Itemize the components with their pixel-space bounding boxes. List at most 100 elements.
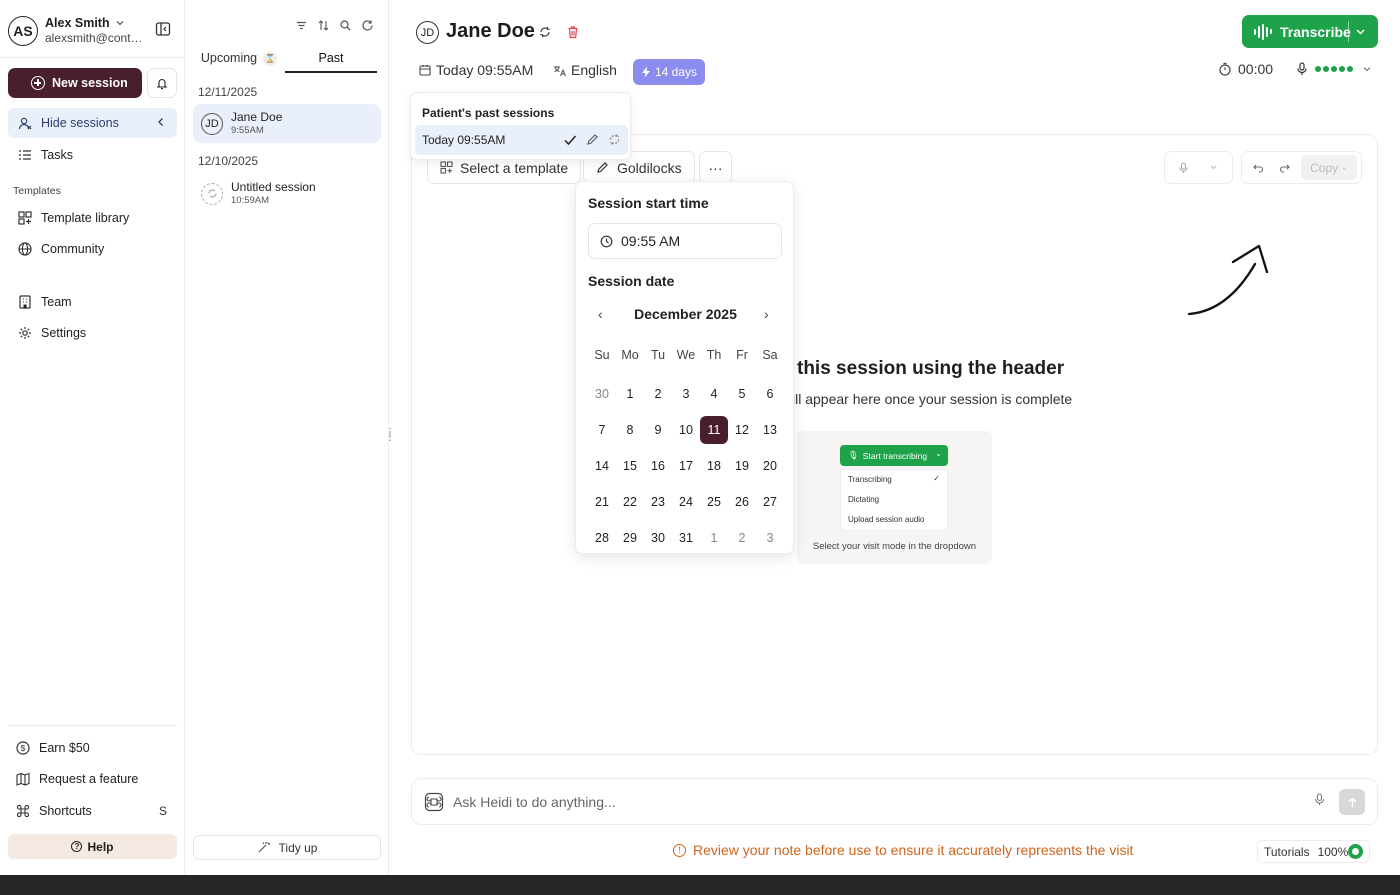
calendar-day[interactable]: 18: [700, 452, 728, 480]
tab-upcoming[interactable]: Upcoming ⌛: [193, 46, 285, 73]
calendar-day[interactable]: 27: [756, 488, 784, 516]
undo-icon[interactable]: [1253, 162, 1264, 173]
calendar-day[interactable]: 20: [756, 452, 784, 480]
unlinked-patient-icon: [201, 182, 223, 205]
patient-name[interactable]: Jane Doe: [446, 20, 535, 43]
calendar-day[interactable]: 30: [588, 380, 616, 408]
sidebar-item-community[interactable]: Community: [8, 234, 177, 264]
calendar-day[interactable]: 23: [644, 488, 672, 516]
calendar-week: 7 8 9 10 11 12 13: [588, 412, 784, 448]
calendar-day[interactable]: 1: [616, 380, 644, 408]
weekday-label: Fr: [736, 348, 748, 362]
session-name: Untitled session: [231, 179, 316, 194]
sidebar-item-tasks[interactable]: Tasks: [8, 140, 177, 170]
sidebar-item-settings[interactable]: Settings: [8, 318, 177, 348]
microphone-icon[interactable]: [1314, 793, 1325, 806]
start-time-input[interactable]: 09:55 AM: [588, 223, 782, 259]
resize-handle[interactable]: ⋮ ⋮: [385, 428, 395, 444]
calendar-day[interactable]: 17: [672, 452, 700, 480]
lightning-icon: [641, 66, 650, 78]
sidebar-item-team[interactable]: Team: [8, 287, 177, 317]
microphone-icon[interactable]: [1178, 161, 1189, 174]
session-item[interactable]: Untitled session 10:59AM: [193, 174, 381, 213]
trash-icon[interactable]: [566, 25, 580, 39]
calendar-day[interactable]: 25: [700, 488, 728, 516]
calendar-day[interactable]: 2: [644, 380, 672, 408]
ask-heidi-bar[interactable]: Ask Heidi to do anything...: [411, 778, 1378, 825]
tidy-up-button[interactable]: Tidy up: [193, 835, 381, 860]
collapse-sidebar-icon[interactable]: [155, 21, 173, 39]
sort-icon[interactable]: [317, 19, 330, 32]
calendar-day[interactable]: 12: [728, 416, 756, 444]
notifications-button[interactable]: [147, 68, 177, 98]
days-badge[interactable]: 14 days: [633, 59, 705, 85]
tutorials-button[interactable]: Tutorials 100%: [1257, 840, 1370, 863]
calendar-day[interactable]: 19: [728, 452, 756, 480]
new-session-button[interactable]: New session: [8, 68, 142, 98]
microphone-selector[interactable]: [1296, 62, 1372, 76]
sidebar-item-shortcuts[interactable]: Shortcuts S: [8, 796, 177, 826]
calendar-day[interactable]: 7: [588, 416, 616, 444]
sidebar-item-label: Earn $50: [39, 741, 90, 755]
pencil-icon[interactable]: [586, 133, 599, 146]
copy-button[interactable]: Copy ⌄: [1301, 155, 1357, 180]
more-options-button[interactable]: ···: [699, 151, 732, 184]
calendar-day[interactable]: 31: [672, 524, 700, 552]
chevron-right-icon[interactable]: ›: [764, 306, 769, 322]
hourglass-icon: ⌛: [263, 51, 278, 66]
past-sessions-popover: Patient's past sessions Today 09:55AM: [410, 92, 631, 160]
calendar-day[interactable]: 1: [700, 524, 728, 552]
redo-icon[interactable]: [1279, 162, 1290, 173]
tab-past[interactable]: Past: [285, 46, 377, 73]
calendar-day[interactable]: 9: [644, 416, 672, 444]
user-menu[interactable]: AS Alex Smith alexsmith@conte...: [8, 14, 178, 48]
sidebar-item-hide-sessions[interactable]: Hide sessions: [8, 108, 177, 138]
chevron-down-icon[interactable]: [1355, 26, 1366, 37]
template-library-icon: [17, 210, 33, 226]
calendar-day[interactable]: 16: [644, 452, 672, 480]
session-date-selector[interactable]: Today 09:55AM: [419, 62, 533, 78]
calendar-day[interactable]: 5: [728, 380, 756, 408]
chevron-down-icon: [1363, 67, 1371, 72]
calendar-day[interactable]: 10: [672, 416, 700, 444]
calendar-day[interactable]: 21: [588, 488, 616, 516]
calendar-day[interactable]: 22: [616, 488, 644, 516]
shortcut-key: S: [158, 804, 167, 818]
calendar-day[interactable]: 4: [700, 380, 728, 408]
link-patient-icon[interactable]: [538, 25, 552, 39]
calendar-day[interactable]: 3: [756, 524, 784, 552]
search-icon[interactable]: [339, 19, 352, 32]
ask-input-placeholder[interactable]: Ask Heidi to do anything...: [453, 794, 616, 810]
calendar-day[interactable]: 15: [616, 452, 644, 480]
calendar-day[interactable]: 14: [588, 452, 616, 480]
calendar-day[interactable]: 29: [616, 524, 644, 552]
send-button[interactable]: [1339, 789, 1365, 815]
transcribe-button[interactable]: Transcribe: [1242, 15, 1378, 48]
session-item[interactable]: JD Jane Doe 9:55AM: [193, 104, 381, 143]
help-button[interactable]: ? Help: [8, 834, 177, 859]
filter-icon[interactable]: [295, 19, 308, 32]
sidebar-item-template-library[interactable]: Template library: [8, 203, 177, 233]
calendar-day[interactable]: 28: [588, 524, 616, 552]
chevron-down-icon[interactable]: [1209, 163, 1218, 172]
calendar-day[interactable]: 26: [728, 488, 756, 516]
sidebar-item-label: Request a feature: [39, 772, 139, 786]
chevron-down-icon: [116, 21, 124, 26]
calendar-day[interactable]: 13: [756, 416, 784, 444]
sidebar-item-earn[interactable]: $ Earn $50: [8, 733, 177, 763]
calendar-day[interactable]: 8: [616, 416, 644, 444]
calendar-day-selected[interactable]: 11: [700, 416, 728, 444]
refresh-icon[interactable]: [361, 19, 374, 32]
chevron-left-icon[interactable]: ‹: [598, 306, 603, 322]
calendar-day[interactable]: 2: [728, 524, 756, 552]
sidebar-item-request-feature[interactable]: Request a feature: [8, 764, 177, 794]
unlink-icon[interactable]: [608, 133, 621, 146]
calendar-day[interactable]: 3: [672, 380, 700, 408]
past-session-item[interactable]: Today 09:55AM: [415, 125, 628, 155]
calendar-day[interactable]: 24: [672, 488, 700, 516]
calendar-month: December 2025: [634, 306, 737, 322]
language-selector[interactable]: English: [553, 62, 617, 78]
session-date-label: Session date: [588, 273, 675, 289]
calendar-day[interactable]: 30: [644, 524, 672, 552]
calendar-day[interactable]: 6: [756, 380, 784, 408]
